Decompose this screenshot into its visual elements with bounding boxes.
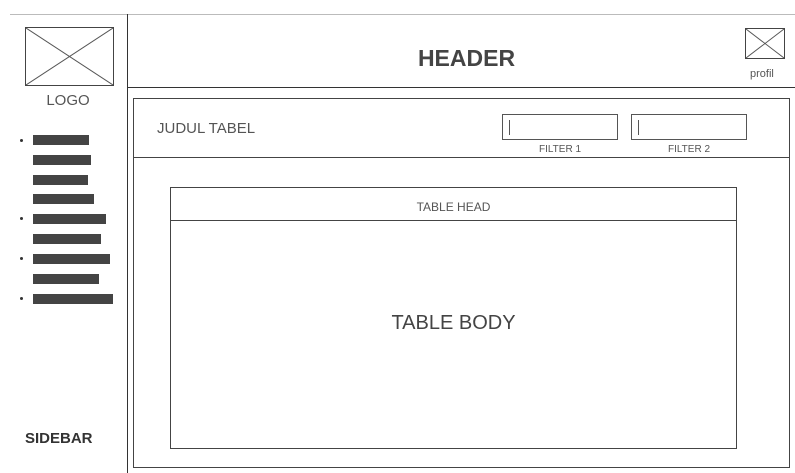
sidebar-bullet-1 (20, 139, 23, 142)
text-cursor (638, 120, 639, 135)
toolbar-divider (133, 157, 790, 158)
sidebar-item-8[interactable] (33, 274, 99, 284)
sidebar-bullet-2 (20, 217, 23, 220)
table-title: JUDUL TABEL (157, 120, 256, 137)
filter-1-label: FILTER 1 (538, 144, 582, 155)
sidebar-item-6[interactable] (33, 234, 101, 244)
filter-2-label: FILTER 2 (667, 144, 711, 155)
header-divider (127, 87, 795, 88)
sidebar-bullet-3 (20, 257, 23, 260)
sidebar-item-7[interactable] (33, 254, 110, 264)
sidebar-item-1[interactable] (33, 135, 89, 145)
profile-image-placeholder[interactable] (745, 28, 785, 59)
logo-image-placeholder (25, 27, 114, 86)
table-head: TABLE HEAD (416, 200, 491, 214)
sidebar-item-4[interactable] (33, 194, 94, 204)
sidebar-divider (127, 14, 128, 473)
header-title: HEADER (417, 45, 516, 71)
sidebar-item-2[interactable] (33, 155, 91, 165)
filter-2-input[interactable] (631, 114, 747, 140)
table-body: TABLE BODY (391, 312, 516, 334)
sidebar-label: SIDEBAR (25, 430, 93, 447)
sidebar-item-9[interactable] (33, 294, 113, 304)
logo-label: LOGO (46, 92, 90, 109)
text-cursor (509, 120, 510, 135)
sidebar-item-5[interactable] (33, 214, 106, 224)
table-head-divider (170, 220, 737, 221)
sidebar-item-3[interactable] (33, 175, 88, 185)
profile-label: profil (750, 68, 774, 80)
filter-1-input[interactable] (502, 114, 618, 140)
sidebar-bullet-4 (20, 297, 23, 300)
